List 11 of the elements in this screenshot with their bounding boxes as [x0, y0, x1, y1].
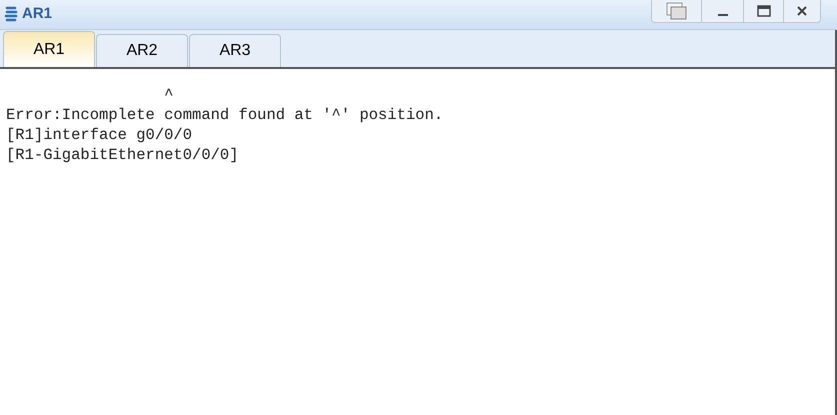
minimize-icon — [718, 14, 728, 16]
console-line: ^ — [163, 85, 174, 105]
window-title: AR1 — [22, 4, 52, 24]
console-line: [R1]interface g0/0/0 — [6, 125, 192, 145]
tab[interactable]: AR1 — [3, 31, 95, 67]
tab[interactable]: AR3 — [189, 34, 281, 67]
maximize-icon — [756, 5, 770, 17]
close-icon — [797, 6, 807, 16]
console-line: Error:Incomplete command found at '^' position. — [6, 105, 444, 125]
tab[interactable]: AR2 — [96, 34, 188, 67]
console-line: [R1-GigabitEthernet0/0/0] — [6, 145, 239, 165]
